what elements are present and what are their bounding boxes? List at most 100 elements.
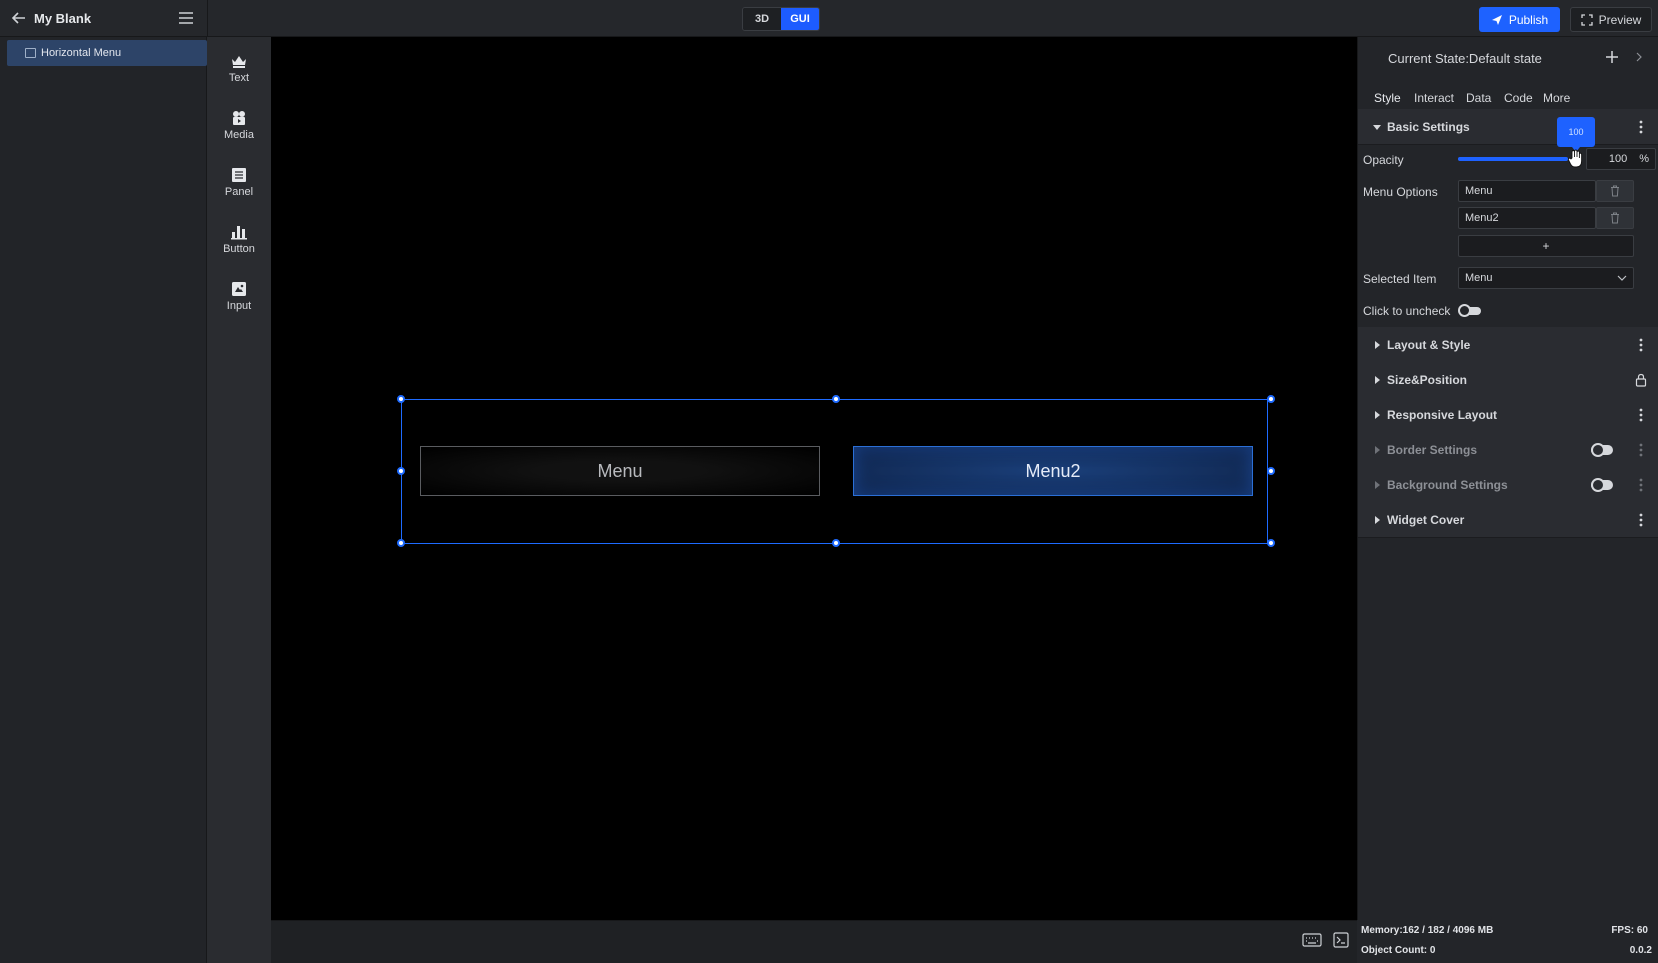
- tool-input[interactable]: Input: [207, 271, 271, 321]
- resize-handle-b[interactable]: [832, 539, 840, 547]
- tab-interact[interactable]: Interact: [1414, 91, 1454, 105]
- opacity-slider[interactable]: [1458, 157, 1568, 161]
- background-enable-toggle[interactable]: [1591, 477, 1613, 492]
- text-icon: [232, 55, 246, 68]
- tool-button[interactable]: Button: [207, 214, 271, 264]
- caret-right-icon: [1375, 445, 1380, 454]
- hamburger-menu-icon[interactable]: [178, 11, 194, 25]
- caret-down-icon: [1373, 124, 1381, 130]
- media-icon: [233, 110, 245, 125]
- tab-code[interactable]: Code: [1504, 91, 1533, 105]
- resize-handle-l[interactable]: [397, 467, 405, 475]
- more-options-icon[interactable]: [1639, 120, 1643, 134]
- opacity-value-input[interactable]: 100 %: [1586, 148, 1656, 170]
- publish-button[interactable]: Publish: [1479, 7, 1560, 32]
- button-icon: [231, 225, 247, 239]
- menu-options-label: Menu Options: [1363, 185, 1438, 199]
- add-state-icon[interactable]: [1604, 49, 1620, 65]
- resize-handle-bl[interactable]: [397, 539, 405, 547]
- menu-item-menu2[interactable]: Menu2: [853, 446, 1253, 496]
- tool-input-label: Input: [226, 299, 252, 312]
- resize-handle-t[interactable]: [832, 395, 840, 403]
- border-enable-toggle[interactable]: [1591, 442, 1613, 457]
- panel-icon: [232, 167, 246, 182]
- section-responsive-layout[interactable]: Responsive Layout: [1358, 397, 1658, 433]
- menu-option-input-2[interactable]: Menu2: [1458, 207, 1596, 229]
- properties-panel: Current State:Default state Style Intera…: [1357, 37, 1658, 963]
- add-menu-option-button[interactable]: +: [1458, 235, 1634, 257]
- fps-stat: FPS: 60: [1611, 925, 1648, 936]
- section-size-position[interactable]: Size&Position: [1358, 362, 1658, 398]
- layers-panel: Horizontal Menu: [0, 37, 207, 963]
- chevron-right-icon[interactable]: [1635, 52, 1643, 62]
- tool-panel-label: Panel: [224, 185, 254, 198]
- object-count-stat: Object Count: 0: [1361, 945, 1436, 956]
- resize-handle-r[interactable]: [1267, 467, 1275, 475]
- hand-cursor-icon[interactable]: [1567, 149, 1583, 169]
- terminal-icon[interactable]: [1333, 932, 1349, 948]
- tab-data[interactable]: Data: [1466, 91, 1491, 105]
- keyboard-icon[interactable]: [1302, 933, 1322, 947]
- menu-option-input-1[interactable]: Menu: [1458, 180, 1596, 202]
- tool-media[interactable]: Media: [207, 100, 271, 150]
- section-widget-cover[interactable]: Widget Cover: [1358, 502, 1658, 538]
- caret-right-icon: [1375, 480, 1380, 489]
- section-layout-style[interactable]: Layout & Style: [1358, 327, 1658, 363]
- resize-handle-br[interactable]: [1267, 539, 1275, 547]
- more-options-icon[interactable]: [1639, 443, 1643, 457]
- project-title: My Blank: [34, 11, 92, 26]
- preview-button[interactable]: Preview: [1570, 7, 1652, 32]
- more-options-icon[interactable]: [1639, 478, 1643, 492]
- lock-icon[interactable]: [1635, 373, 1647, 387]
- section-background-settings[interactable]: Background Settings: [1358, 467, 1658, 503]
- opacity-slider-fill: [1458, 157, 1568, 161]
- tool-panel[interactable]: Panel: [207, 157, 271, 207]
- send-icon: [1491, 14, 1502, 25]
- design-canvas[interactable]: Menu Menu2: [271, 37, 1357, 920]
- back-arrow-icon[interactable]: [10, 9, 28, 27]
- resize-handle-tl[interactable]: [397, 395, 405, 403]
- fullscreen-icon: [1581, 13, 1593, 26]
- selected-item-select[interactable]: Menu: [1458, 267, 1634, 289]
- widget-toolbox: Text Media Panel Button Input: [207, 37, 271, 963]
- caret-right-icon: [1375, 375, 1380, 384]
- version-label: 0.0.2: [1629, 945, 1652, 956]
- click-to-uncheck-toggle[interactable]: [1458, 304, 1481, 317]
- preview-label: Preview: [1598, 12, 1642, 27]
- caret-right-icon: [1375, 410, 1380, 419]
- more-options-icon[interactable]: [1639, 513, 1643, 527]
- performance-stats: Memory:162 / 182 / 4096 MB FPS: 60 Objec…: [1357, 920, 1658, 963]
- tool-text[interactable]: Text: [207, 43, 271, 93]
- tool-button-label: Button: [223, 242, 255, 255]
- section-basic-settings[interactable]: Basic Settings: [1358, 109, 1658, 145]
- section-title: Layout & Style: [1387, 337, 1471, 352]
- mode-gui-button[interactable]: GUI: [781, 8, 819, 30]
- layer-item-horizontal-menu[interactable]: Horizontal Menu: [7, 40, 207, 66]
- section-title: Background Settings: [1387, 477, 1508, 492]
- caret-right-icon: [1375, 515, 1380, 524]
- state-header: Current State:Default state: [1358, 37, 1658, 81]
- mode-3d-button[interactable]: 3D: [743, 8, 781, 30]
- menu-item-menu[interactable]: Menu: [420, 446, 820, 496]
- more-options-icon[interactable]: [1639, 408, 1643, 422]
- resize-handle-tr[interactable]: [1267, 395, 1275, 403]
- layer-widget-icon: [25, 48, 36, 58]
- section-title: Basic Settings: [1387, 119, 1470, 134]
- chevron-down-icon: [1617, 275, 1627, 281]
- editor-app: My Blank 3D GUI Publish Preview Horizont…: [0, 0, 1658, 963]
- more-options-icon[interactable]: [1639, 338, 1643, 352]
- trash-icon: [1611, 212, 1619, 224]
- section-title: Border Settings: [1387, 442, 1478, 457]
- tab-more[interactable]: More: [1543, 91, 1570, 105]
- section-border-settings[interactable]: Border Settings: [1358, 432, 1658, 468]
- delete-option-button-2[interactable]: [1596, 207, 1634, 229]
- tab-style[interactable]: Style: [1374, 91, 1401, 105]
- click-to-uncheck-label: Click to uncheck: [1363, 304, 1451, 318]
- selected-item-value: Menu: [1465, 272, 1493, 284]
- layer-item-label: Horizontal Menu: [41, 47, 122, 59]
- top-bar: My Blank 3D GUI Publish Preview: [0, 0, 1658, 37]
- delete-option-button-1[interactable]: [1596, 180, 1634, 202]
- input-icon: [232, 281, 246, 296]
- selected-item-label: Selected Item: [1363, 272, 1437, 286]
- trash-icon: [1611, 185, 1619, 197]
